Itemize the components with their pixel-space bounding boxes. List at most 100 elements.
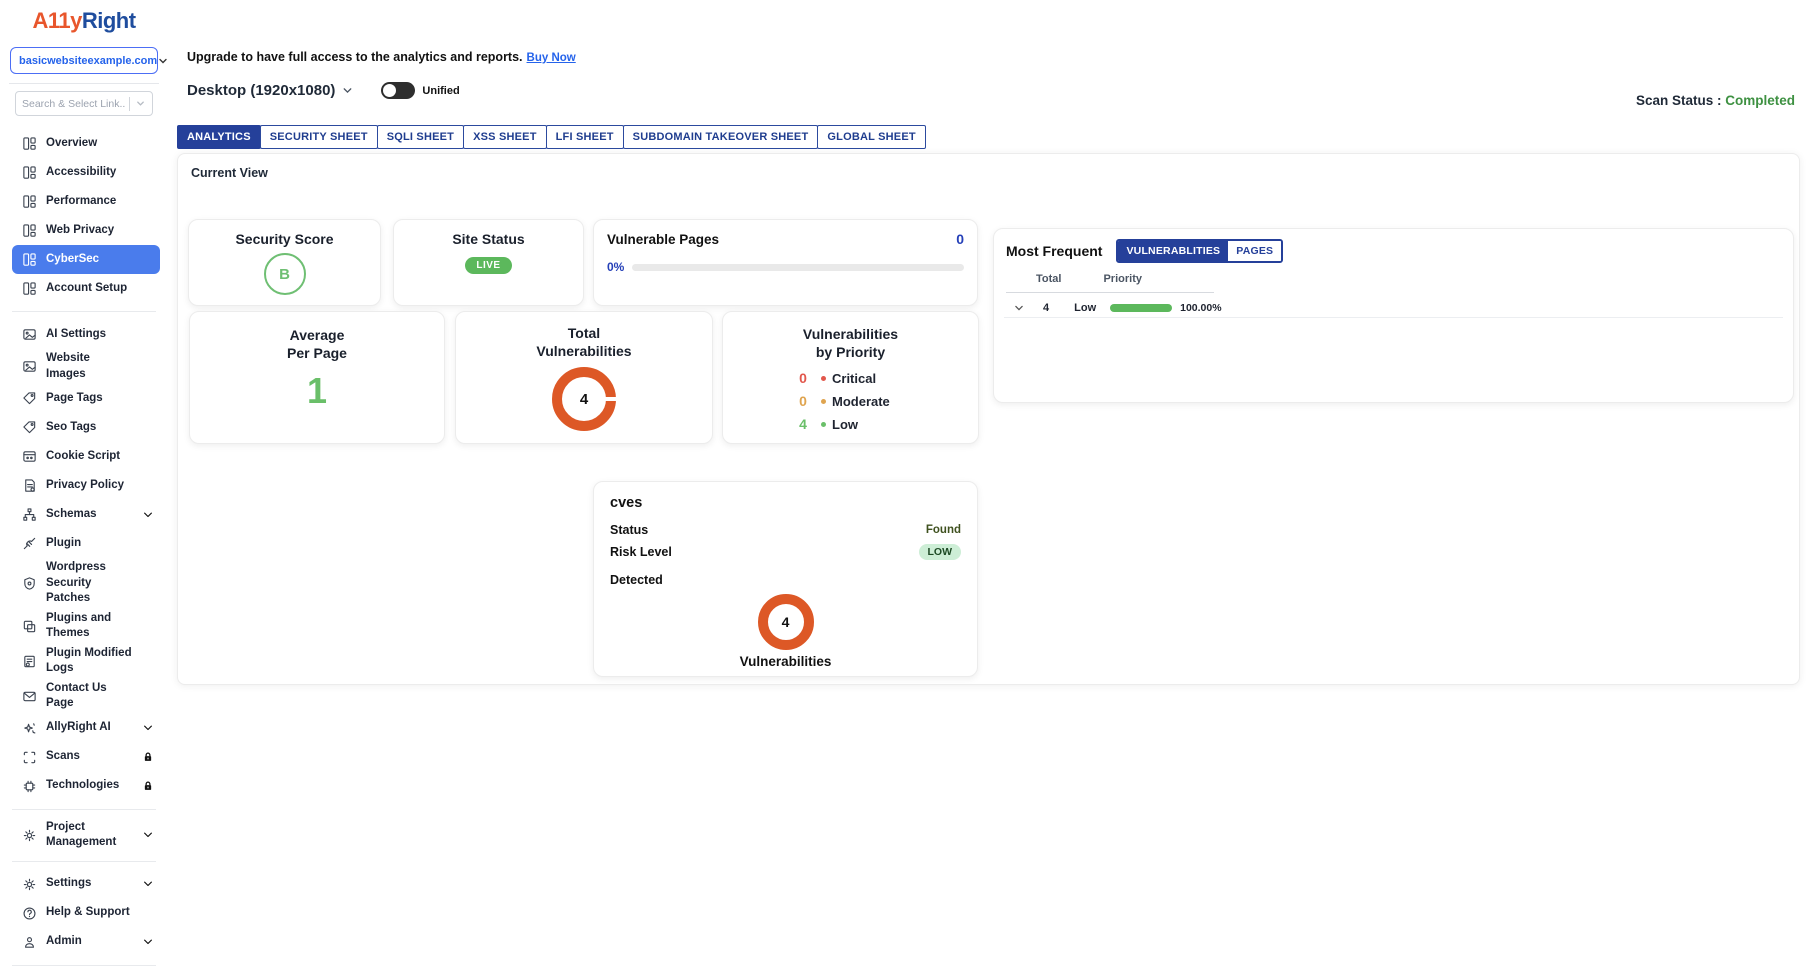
most-frequent-table-header: Total Priority: [1006, 273, 1214, 293]
total-vulnerabilities-value: 4: [580, 391, 588, 408]
tab-security-sheet[interactable]: SECURITY SHEET: [260, 125, 378, 149]
tab-sqli-sheet[interactable]: SQLI SHEET: [377, 125, 464, 149]
tab-global-sheet[interactable]: GLOBAL SHEET: [817, 125, 925, 149]
sidebar-item-label: Web Privacy: [46, 223, 114, 239]
priority-label: Moderate: [832, 394, 890, 409]
sidebar-item-website-images[interactable]: Website Images: [12, 349, 160, 384]
chevron-down-icon[interactable]: [142, 829, 154, 841]
toggle-knob: [383, 84, 396, 97]
site-selector-dropdown[interactable]: basicwebsiteexample.com: [10, 47, 158, 74]
sidebar-item-page-tags[interactable]: Page Tags: [12, 384, 160, 413]
cves-status-value: Found: [926, 524, 961, 536]
sidebar-item-allyright-ai[interactable]: AllyRight AI: [12, 714, 160, 743]
sidebar-item-scans[interactable]: Scans: [12, 743, 160, 772]
column-priority: Priority: [1103, 273, 1142, 285]
donut-gap: [605, 397, 616, 401]
most-frequent-tab-pages[interactable]: PAGES: [1228, 241, 1281, 261]
priority-count: 0: [793, 370, 813, 386]
table-row[interactable]: 4 Low 100.00%: [1006, 302, 1781, 314]
link-search-select[interactable]: Search & Select Link...: [15, 91, 153, 116]
cves-card: cves Status Found Risk Level LOW Detecte…: [593, 481, 978, 677]
vulnerable-pages-title: Vulnerable Pages: [607, 232, 719, 247]
priority-title-line1: Vulnerabilities: [723, 325, 978, 343]
vulnerable-pages-count: 0: [956, 231, 964, 247]
sidebar-item-seo-tags[interactable]: Seo Tags: [12, 413, 160, 442]
sidebar-item-plugin[interactable]: Plugin: [12, 529, 160, 558]
sidebar-item-performance[interactable]: Performance: [12, 187, 160, 216]
chevron-down-icon[interactable]: [142, 509, 154, 521]
row-divider: [1004, 317, 1783, 318]
sidebar-item-ai-settings[interactable]: AI Settings: [12, 320, 160, 349]
scan-icon: [22, 750, 37, 765]
tab-subdomain-takeover-sheet[interactable]: SUBDOMAIN TAKEOVER SHEET: [623, 125, 819, 149]
unified-toggle-label: Unified: [422, 85, 459, 97]
sidebar-item-label: Website Images: [46, 351, 132, 382]
sidebar-item-cybersec[interactable]: CyberSec: [12, 245, 160, 274]
sidebar-item-label: Technologies: [46, 778, 119, 794]
sidebar-item-privacy-policy[interactable]: Privacy Policy: [12, 471, 160, 500]
browser-icon: [22, 449, 37, 464]
dashboard-icon: [22, 194, 37, 209]
chevron-down-icon[interactable]: [142, 722, 154, 734]
main-content: Upgrade to have full access to the analy…: [168, 0, 1816, 963]
sidebar-item-cookie-script[interactable]: Cookie Script: [12, 442, 160, 471]
plug-icon: [22, 536, 37, 551]
sidebar-item-help-support[interactable]: Help & Support: [12, 899, 160, 928]
sparkle-icon: [22, 721, 37, 736]
sidebar-item-label: Wordpress Security Patches: [46, 560, 132, 607]
sidebar-item-settings[interactable]: Settings: [12, 870, 160, 899]
most-frequent-tab-vulnerablities[interactable]: VULNERABLITIES: [1118, 241, 1228, 261]
device-selector[interactable]: Desktop (1920x1080): [187, 82, 335, 99]
cves-title: cves: [610, 495, 961, 511]
chevron-down-icon[interactable]: [341, 84, 354, 97]
sidebar: A11yRight basicwebsiteexample.com Search…: [0, 0, 168, 963]
sidebar-item-overview[interactable]: Overview: [12, 129, 160, 158]
sidebar-item-wordpress-security-patches[interactable]: Wordpress Security Patches: [12, 558, 160, 609]
total-vulnerabilities-card: Total Vulnerabilities 4: [455, 311, 713, 444]
sidebar-item-label: Admin: [46, 934, 82, 950]
log-icon: [22, 654, 37, 669]
sidebar-item-web-privacy[interactable]: Web Privacy: [12, 216, 160, 245]
sidebar-item-plugin-modified-logs[interactable]: Plugin Modified Logs: [12, 644, 160, 679]
security-score-card: Security Score B: [188, 219, 381, 306]
row-percent-bar: [1110, 304, 1172, 312]
sidebar-item-label: Page Tags: [46, 391, 103, 407]
sidebar-divider: [12, 861, 156, 862]
dashboard-icon: [22, 165, 37, 180]
chevron-down-icon[interactable]: [142, 878, 154, 890]
average-title-line2: Per Page: [190, 344, 444, 362]
row-expand-chevron-icon[interactable]: [1014, 303, 1024, 313]
chevron-down-icon[interactable]: [142, 936, 154, 948]
help-icon: [22, 906, 37, 921]
sidebar-item-accessibility[interactable]: Accessibility: [12, 158, 160, 187]
cves-risk-label: Risk Level: [610, 545, 672, 559]
sidebar-item-technologies[interactable]: Technologies: [12, 772, 160, 801]
sidebar-item-label: Project Management: [46, 820, 132, 851]
sidebar-item-schemas[interactable]: Schemas: [12, 500, 160, 529]
vulnerable-pages-progressbar: [632, 264, 964, 271]
link-search-placeholder: Search & Select Link...: [22, 98, 126, 110]
tab-xss-sheet[interactable]: XSS SHEET: [463, 125, 547, 149]
sidebar-item-admin[interactable]: Admin: [12, 928, 160, 957]
priority-breakdown-card: Vulnerabilities by Priority 0Critical0Mo…: [722, 311, 979, 444]
tab-lfi-sheet[interactable]: LFI SHEET: [546, 125, 624, 149]
average-per-page-value: 1: [190, 370, 444, 412]
sidebar-item-project-management[interactable]: Project Management: [12, 818, 160, 853]
sidebar-item-label: Cookie Script: [46, 449, 120, 465]
unified-toggle[interactable]: [381, 82, 415, 99]
tag-icon: [22, 420, 37, 435]
priority-row-low: 4Low: [793, 416, 978, 432]
site-selector-value: basicwebsiteexample.com: [19, 55, 157, 67]
gear-icon: [22, 877, 37, 892]
sidebar-item-label: Schemas: [46, 507, 97, 523]
image-icon: [22, 359, 37, 374]
priority-label: Low: [832, 417, 858, 432]
cves-donut: 4: [758, 594, 814, 650]
sidebar-item-contact-us-page[interactable]: Contact Us Page: [12, 679, 160, 714]
sidebar-item-plugins-and-themes[interactable]: Plugins and Themes: [12, 609, 160, 644]
sidebar-item-account-setup[interactable]: Account Setup: [12, 274, 160, 303]
site-status-title: Site Status: [394, 231, 583, 247]
sidebar-item-label: Settings: [46, 876, 91, 892]
buy-now-link[interactable]: Buy Now: [527, 52, 576, 64]
tab-analytics[interactable]: ANALYTICS: [177, 125, 261, 149]
